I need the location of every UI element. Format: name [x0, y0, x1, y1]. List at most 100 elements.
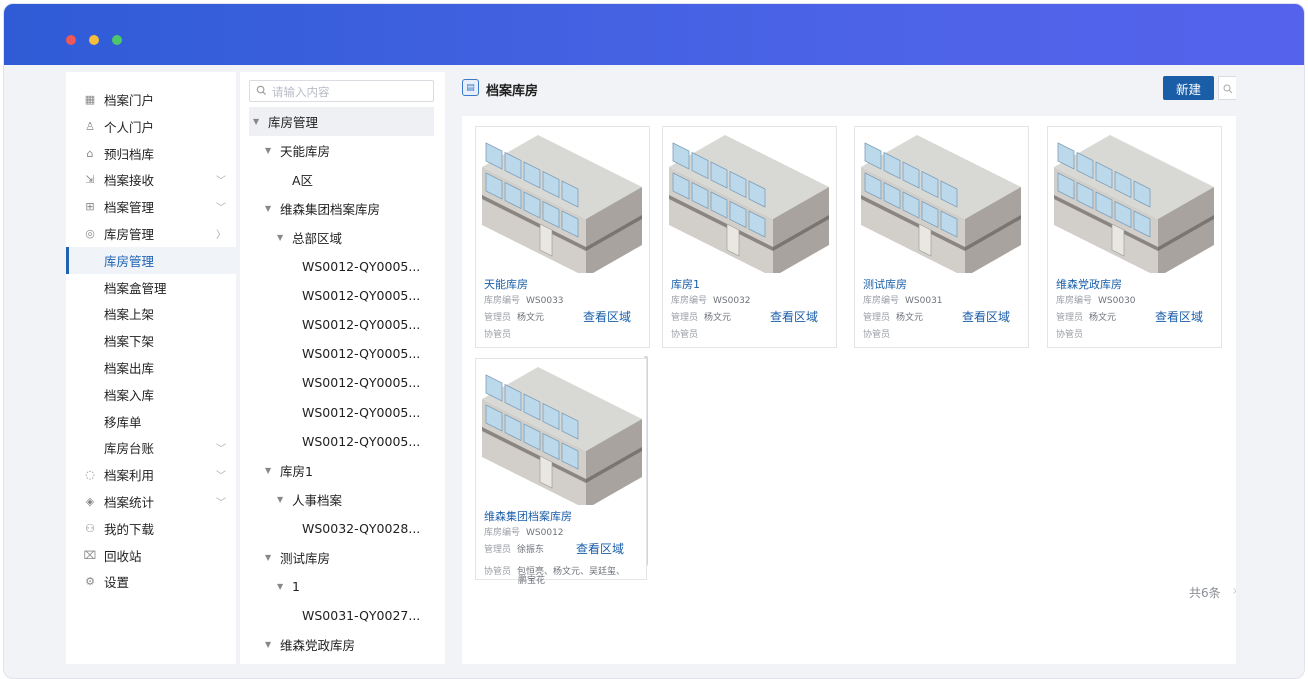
- sidebar-item-label: 库房台账: [104, 441, 155, 457]
- view-area-link[interactable]: 查看区域: [1155, 308, 1203, 325]
- warehouse-name[interactable]: 维森党政库房: [1056, 276, 1122, 292]
- tree-node[interactable]: WS0012-QY0005...: [249, 398, 434, 427]
- sidebar-item-label: 设置: [104, 575, 130, 591]
- tree-node[interactable]: WS0031-QY0027...: [249, 601, 434, 630]
- warehouse-name[interactable]: 测试库房: [863, 276, 907, 292]
- caret-down-icon[interactable]: ▼: [253, 117, 259, 126]
- tree-node[interactable]: WS0012-QY0005...: [249, 368, 434, 397]
- sidebar-item[interactable]: 库房管理: [66, 246, 236, 274]
- sidebar-item[interactable]: 库房台账 ﹀: [66, 434, 236, 461]
- caret-down-icon[interactable]: ▼: [265, 640, 271, 649]
- warehouse-manager-label: 管理员: [863, 313, 891, 323]
- sidebar-item[interactable]: ⌧ 回收站: [66, 542, 236, 569]
- warehouse-icon: ◎: [85, 227, 95, 240]
- apps-icon: ⊞: [85, 200, 95, 214]
- tree-node[interactable]: WS0012-QY0005...: [249, 427, 434, 456]
- gear-icon: ⚙: [85, 575, 95, 589]
- caret-down-icon[interactable]: ▼: [277, 582, 283, 591]
- warehouse-card[interactable]: 天能库房 库房编号 WS0033 管理员 杨文元 协管员 查看区域: [475, 126, 650, 348]
- minimize-dot[interactable]: [89, 35, 99, 45]
- caret-down-icon[interactable]: ▼: [277, 495, 283, 504]
- view-area-link[interactable]: 查看区域: [583, 308, 631, 325]
- new-button[interactable]: 新建: [1163, 76, 1214, 100]
- tree-node[interactable]: ▼ 测试库房: [249, 543, 434, 572]
- warehouse-name[interactable]: 维森集团档案库房: [484, 508, 572, 524]
- sidebar-item[interactable]: 移库单: [66, 408, 236, 435]
- warehouse-code: 库房编号 WS0012: [484, 525, 564, 538]
- tree-node[interactable]: ▼ 天能库房: [249, 136, 434, 165]
- tree-node[interactable]: A区: [249, 165, 434, 194]
- stats-icon: ◈: [85, 495, 95, 508]
- tree-node[interactable]: ▼ 人事档案: [249, 485, 434, 514]
- sidebar-item[interactable]: ▦ 档案门户: [66, 86, 236, 113]
- receive-icon: ⇲: [85, 173, 95, 187]
- building-image: [482, 367, 642, 505]
- chevron-down-icon: ﹀: [216, 471, 226, 483]
- tree-node[interactable]: ▼ 总部区域: [249, 223, 434, 252]
- tree-node-label: WS0012-QY0005...: [302, 259, 421, 275]
- total-count: 共6条: [1189, 586, 1221, 600]
- tree-node[interactable]: ▼ 库房管理: [249, 107, 434, 136]
- sidebar-item[interactable]: ◈ 档案统计 ﹀: [66, 488, 236, 515]
- tree-node[interactable]: ▼ 维森集团档案库房: [249, 194, 434, 223]
- tree-node[interactable]: ▼ 维森党政库房: [249, 630, 434, 659]
- building-image: [482, 135, 642, 273]
- warehouse-name[interactable]: 库房1: [671, 276, 700, 292]
- sidebar-item[interactable]: ⚙ 设置: [66, 568, 236, 595]
- warehouse-name[interactable]: 天能库房: [484, 276, 528, 292]
- sidebar-item[interactable]: ⇲ 档案接收 ﹀: [66, 166, 236, 193]
- tree-node[interactable]: ▼ 库房1: [249, 456, 434, 485]
- tree-node[interactable]: WS0032-QY0028...: [249, 514, 434, 543]
- warehouse-manager: 管理员 杨文元: [484, 310, 544, 323]
- sidebar-item[interactable]: 档案盒管理: [66, 274, 236, 301]
- tree-search[interactable]: [249, 80, 434, 102]
- sidebar-item-label: 我的下载: [104, 521, 155, 537]
- warehouse-card[interactable]: 维森集团档案库房 库房编号 WS0012 管理员 徐振东 协管员 包恒亮、杨文元、吴廷玺、鹏…: [475, 358, 647, 586]
- caret-down-icon[interactable]: ▼: [265, 204, 271, 213]
- caret-down-icon[interactable]: ▼: [265, 553, 271, 562]
- warehouse-manager-label: 管理员: [484, 545, 512, 555]
- tree-search-input[interactable]: [272, 83, 427, 100]
- view-area-link[interactable]: 查看区域: [962, 308, 1010, 325]
- main-panel: ▤ 档案库房 新建 共6条 × 天能库房库房编号WS0033管理员杨文元协管员查…: [462, 72, 1236, 664]
- tree-node-label: WS0012-QY0005...: [302, 346, 421, 362]
- warehouse-card[interactable]: 库房1 库房编号 WS0032 管理员 杨文元 协管员 查看区域: [662, 126, 837, 348]
- tree-node[interactable]: WS0012-QY0005...: [249, 310, 434, 339]
- maximize-dot[interactable]: [112, 35, 122, 45]
- warehouse-code-value: WS0033: [526, 296, 564, 306]
- warehouse-assistant: 协管员: [484, 327, 511, 340]
- caret-down-icon[interactable]: ▼: [277, 233, 283, 242]
- tree-node[interactable]: WS0012-QY0005...: [249, 281, 434, 310]
- view-area-link[interactable]: 查看区域: [770, 308, 818, 325]
- tree-node-label: 维森党政库房: [280, 637, 356, 653]
- sidebar-item[interactable]: ⚇ 我的下载: [66, 515, 236, 542]
- tree-node-label: 1: [292, 578, 300, 594]
- tree-node[interactable]: WS0012-QY0005...: [249, 339, 434, 368]
- tree-node[interactable]: ▼ 1: [249, 572, 434, 601]
- sidebar-item[interactable]: 档案入库: [66, 381, 236, 408]
- trash-icon: ⌧: [83, 548, 97, 562]
- sidebar-item[interactable]: ◌ 档案利用 ﹀: [66, 461, 236, 488]
- sidebar-item[interactable]: 档案出库: [66, 354, 236, 381]
- sidebar-item-label: 库房管理: [104, 253, 155, 269]
- warehouse-card[interactable]: 维森党政库房 库房编号 WS0030 管理员 杨文元 协管员 查看区域: [1047, 126, 1222, 348]
- sidebar-item-label: 档案上架: [104, 307, 155, 323]
- caret-down-icon[interactable]: ▼: [265, 146, 271, 155]
- warehouse-assistant: 协管员 包恒亮、杨文元、吴廷玺、: [484, 564, 625, 577]
- sidebar-item[interactable]: ◎ 库房管理 〉: [66, 220, 236, 247]
- sidebar-item[interactable]: ⊞ 档案管理 ﹀: [66, 193, 236, 220]
- tree-node[interactable]: WS0012-QY0005...: [249, 252, 434, 281]
- search-button[interactable]: [1218, 76, 1236, 100]
- caret-down-icon[interactable]: ▼: [265, 466, 271, 475]
- close-dot[interactable]: [66, 35, 76, 45]
- sidebar-item[interactable]: ⌂ 预归档库: [66, 140, 236, 167]
- sidebar-item[interactable]: 档案上架: [66, 300, 236, 327]
- view-area-link[interactable]: 查看区域: [576, 540, 624, 557]
- tree-node-label: 天能库房: [280, 144, 331, 160]
- sidebar-item[interactable]: 档案下架: [66, 327, 236, 354]
- tree-node-label: WS0012-QY0005...: [302, 375, 421, 391]
- close-icon[interactable]: ×: [1232, 586, 1236, 597]
- sidebar-item[interactable]: ♙ 个人门户: [66, 113, 236, 140]
- warehouse-card[interactable]: 测试库房 库房编号 WS0031 管理员 杨文元 协管员 查看区域: [854, 126, 1029, 348]
- warehouse-tree: ▼ 库房管理 ▼ 天能库房 A区 ▼ 维森集团档案库房 ▼ 总部区域 WS0012-QY0005.…: [240, 72, 445, 664]
